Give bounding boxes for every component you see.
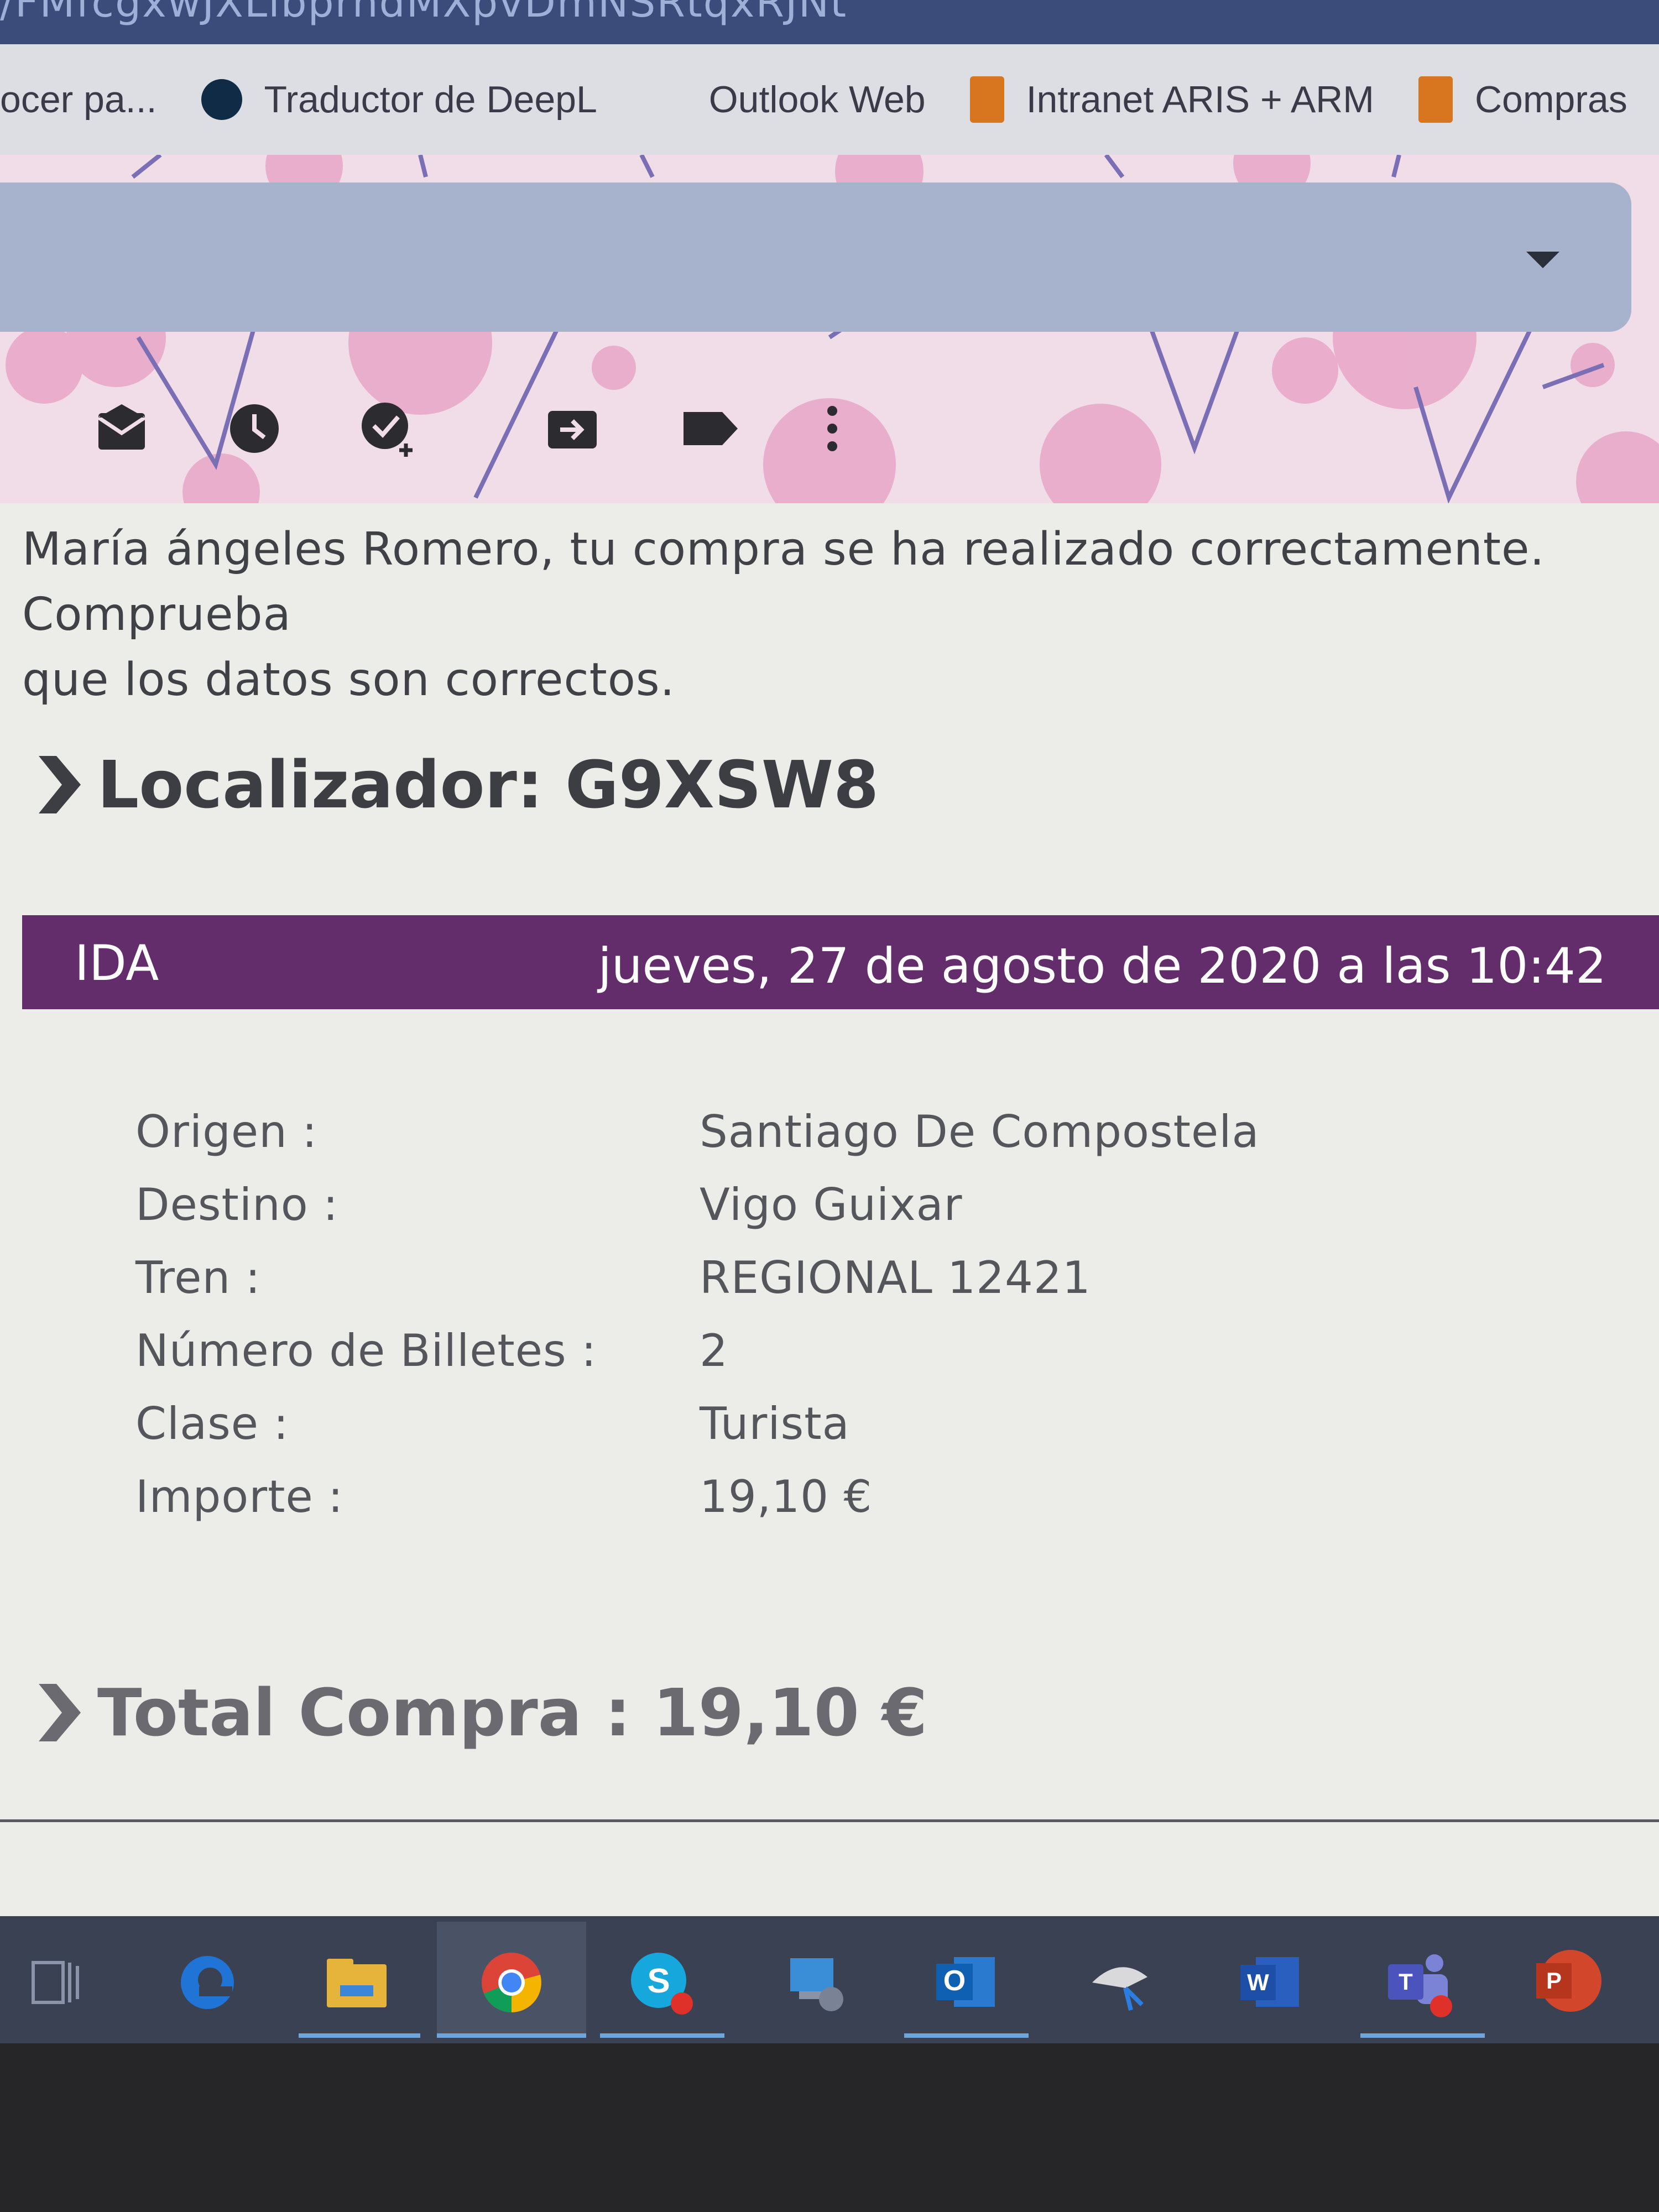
- running-indicator: [1360, 2033, 1485, 2038]
- bookmarks-bar: ocer pa... Traductor de DeepL Outlook We…: [0, 44, 1659, 155]
- windows-taskbar: S O W T P: [0, 1916, 1659, 2043]
- locator-label: Localizador:: [97, 747, 543, 823]
- detail-value: REGIONAL 12421: [700, 1252, 1091, 1303]
- trip-datetime: jueves, 27 de agosto de 2020 a las 10:42: [598, 937, 1606, 994]
- mail-search-bar[interactable]: [0, 182, 1631, 332]
- teams-letter: T: [1399, 1969, 1413, 1995]
- bookmark-compras[interactable]: Compras: [1418, 76, 1627, 123]
- locator-heading: Localizador: G9XSW8: [34, 747, 879, 823]
- detail-value: 2: [700, 1325, 728, 1376]
- edge-icon[interactable]: [171, 1947, 243, 2018]
- bookmark-deepl[interactable]: Traductor de DeepL: [201, 78, 597, 121]
- intro-line: que los datos son correctos.: [22, 654, 675, 706]
- bookmark-intranet[interactable]: Intranet ARIS + ARM: [969, 76, 1374, 123]
- detail-value: Vigo Guixar: [700, 1179, 963, 1230]
- powerpoint-letter: P: [1546, 1968, 1562, 1994]
- powerpoint-icon[interactable]: P: [1532, 1947, 1604, 2018]
- snooze-icon[interactable]: [224, 398, 285, 459]
- more-options-icon[interactable]: [802, 398, 863, 459]
- svg-text:S: S: [647, 1962, 670, 2000]
- running-indicator: [904, 2033, 1029, 2038]
- running-indicator: [437, 2033, 586, 2038]
- move-to-icon[interactable]: [542, 398, 603, 459]
- search-options-icon[interactable]: [1526, 252, 1559, 268]
- remote-desktop-icon[interactable]: [780, 1947, 852, 2018]
- bookmark-label: ocer pa...: [0, 79, 157, 121]
- bookmark-label: Outlook Web: [708, 79, 926, 121]
- chevron-right-icon: [39, 756, 81, 813]
- mail-toolbar: [0, 376, 1659, 465]
- outlook-letter: O: [943, 1965, 966, 1997]
- trip-header: IDA jueves, 27 de agosto de 2020 a las 1…: [22, 915, 1659, 1009]
- locator-value: G9XSW8: [565, 747, 879, 823]
- chevron-right-icon: [39, 1684, 81, 1741]
- task-view-icon[interactable]: [19, 1947, 91, 2018]
- file-explorer-icon[interactable]: [321, 1947, 393, 2018]
- bookmark-truncated[interactable]: ocer pa...: [0, 78, 157, 121]
- add-task-icon[interactable]: [359, 398, 420, 459]
- deepl-icon: [201, 79, 242, 120]
- detail-value: Santiago De Compostela: [700, 1106, 1260, 1157]
- intro-text: María ángeles Romero, tu compra se ha re…: [22, 517, 1659, 713]
- bookmark-folder-icon: [969, 76, 1004, 123]
- bookmark-outlook-web[interactable]: Outlook Web: [641, 77, 926, 122]
- email-body: María ángeles Romero, tu compra se ha re…: [0, 503, 1659, 1916]
- running-indicator: [299, 2033, 420, 2038]
- detail-key: Tren :: [135, 1252, 261, 1303]
- skype-icon[interactable]: S: [625, 1947, 697, 2018]
- monitor-bezel: [0, 2043, 1659, 2212]
- detail-key: Origen :: [135, 1106, 318, 1157]
- intro-line: María ángeles Romero, tu compra se ha re…: [22, 523, 1545, 641]
- url-text: /FMfcgxwJXLlbprndMXpvDmNSRtqxRJNt: [0, 0, 848, 27]
- detail-key: Importe :: [135, 1471, 344, 1522]
- detail-value: 19,10 €: [700, 1471, 873, 1522]
- detail-key: Destino :: [135, 1179, 339, 1230]
- detail-key: Clase :: [135, 1398, 289, 1449]
- detail-key: Número de Billetes :: [135, 1325, 597, 1376]
- mark-unread-icon[interactable]: [91, 398, 152, 459]
- outlook-icon[interactable]: O: [929, 1947, 1001, 2018]
- detail-value: Turista: [700, 1398, 850, 1449]
- chrome-icon[interactable]: [476, 1947, 547, 2018]
- address-bar[interactable]: /FMfcgxwJXLlbprndMXpvDmNSRtqxRJNt: [0, 0, 1659, 44]
- snipping-icon[interactable]: [1084, 1947, 1156, 2018]
- total-value: 19,10 €: [653, 1674, 928, 1751]
- teams-icon[interactable]: T: [1383, 1947, 1454, 2018]
- word-icon[interactable]: W: [1233, 1947, 1305, 2018]
- running-indicator: [600, 2033, 724, 2038]
- bookmark-label: Traductor de DeepL: [264, 79, 597, 121]
- label-icon[interactable]: [680, 398, 741, 459]
- bookmark-folder-icon: [1418, 76, 1453, 123]
- trip-direction: IDA: [75, 935, 159, 992]
- total-heading: Total Compra : 19,10 €: [34, 1674, 927, 1751]
- divider: [0, 1819, 1659, 1822]
- total-label: Total Compra :: [97, 1674, 631, 1751]
- outlook-grid-icon: [641, 77, 687, 122]
- bookmark-label: Intranet ARIS + ARM: [1026, 79, 1374, 121]
- bookmark-label: Compras: [1474, 79, 1627, 121]
- word-letter: W: [1247, 1969, 1269, 1995]
